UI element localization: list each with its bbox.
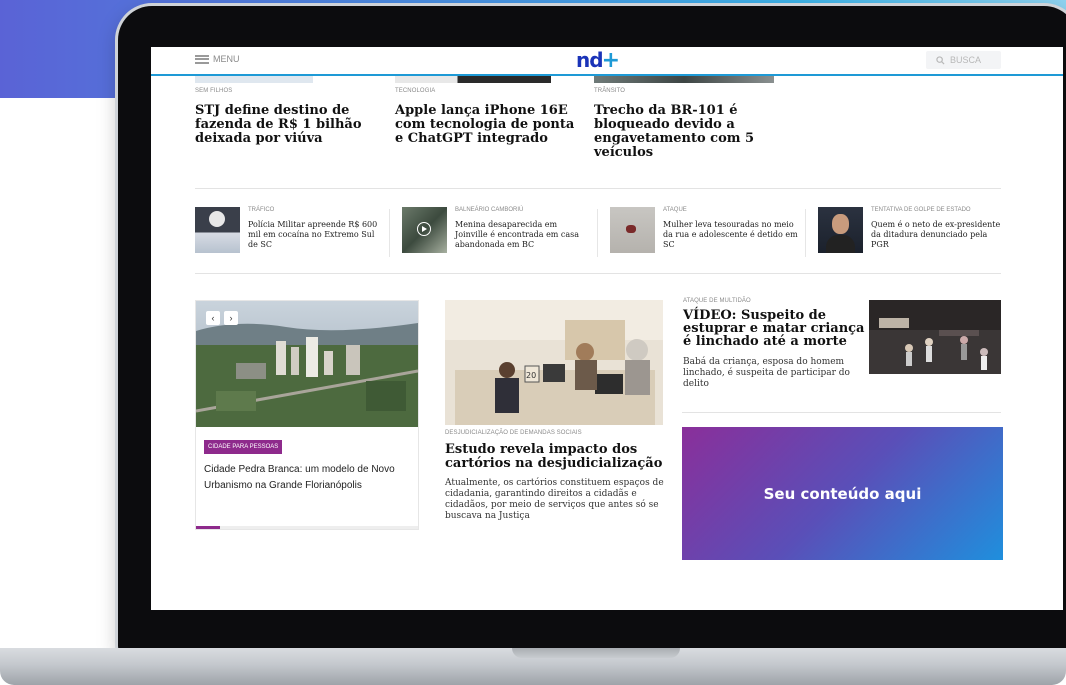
site-logo[interactable]: nd + [576,47,620,73]
article-thumbnail [610,207,655,253]
person-face [832,214,849,234]
column-divider [389,209,390,257]
carousel-next-button[interactable]: › [224,311,238,325]
small-article[interactable]: TRÁFICO Polícia Militar apreende R$ 600 … [195,207,385,257]
article-category: BALNEÁRIO CAMBORIÚ [455,207,524,213]
article-thumbnail [195,207,240,253]
article-summary: Atualmente, os cartórios constituem espa… [445,478,664,521]
search-icon [936,55,945,65]
play-icon [417,222,431,236]
small-article[interactable]: BALNEÁRIO CAMBORIÚ Menina desaparecida e… [402,207,592,257]
article-thumbnail [402,207,447,253]
police-badge-icon [209,211,225,227]
carousel-image: ‹ › [196,301,418,427]
article-thumbnail [818,207,863,253]
section-divider [195,188,1001,189]
search-input[interactable]: BUSCA [926,51,1001,69]
street-crowd-photo [869,300,1001,374]
carousel-prev-button[interactable]: ‹ [206,311,220,325]
article-headline[interactable]: Trecho da BR-101 é bloqueado devido a en… [594,104,759,160]
article-category: TENTATIVA DE GOLPE DE ESTADO [871,207,971,213]
article-headline[interactable]: STJ define destino de fazenda de R$ 1 bi… [195,104,365,146]
logo-text: nd [576,48,604,72]
article-headline: Menina desaparecida em Joinville é encon… [455,220,580,249]
article-image[interactable] [869,300,1001,374]
menu-label: MENU [213,54,240,64]
article-headline: Mulher leva tesouradas no meio da rua e … [663,220,798,249]
article-headline: Polícia Militar apreende R$ 600 mil em c… [248,220,378,249]
article-image[interactable]: 20 [445,300,663,425]
ad-text: Seu conteúdo aqui [763,484,922,503]
office-photo: 20 [445,300,663,425]
column-divider [597,209,598,257]
section-divider [682,412,1001,413]
small-article[interactable]: ATAQUE Mulher leva tesouradas no meio da… [610,207,800,257]
logo-plus: + [601,47,620,73]
article-category: ATAQUE [663,207,687,213]
person-body [826,235,855,253]
article-category: TECNOLOGIA [395,88,436,94]
article-headline[interactable]: Estudo revela impacto dos cartórios na d… [445,443,670,471]
article-category: TRÁFICO [248,207,275,213]
article-image[interactable] [195,76,313,83]
article-category: DESJUDICIALIZAÇÃO DE DEMANDAS SOCIAIS [445,430,582,436]
stain-mark [626,225,636,233]
article-headline[interactable]: VÍDEO: Suspeito de estuprar e matar cria… [683,309,868,348]
article-category: ATAQUE DE MULTIDÃO [683,298,751,304]
hamburger-icon [195,54,209,64]
section-divider [195,273,1001,274]
article-image[interactable] [594,76,774,83]
column-divider [805,209,806,257]
carousel-progress [196,526,418,529]
small-article[interactable]: TENTATIVA DE GOLPE DE ESTADO Quem é o ne… [818,207,1008,257]
carousel-nav: ‹ › [206,311,238,325]
laptop-notch [512,648,680,658]
svg-text:20: 20 [526,371,536,380]
search-placeholder: BUSCA [950,55,982,65]
laptop-screen: MENU nd + BUSCA SEM FILHOS STJ define des… [151,47,1063,610]
featured-carousel[interactable]: ‹ › CIDADE PARA PESSOAS Cidade Pedra Bra… [195,300,419,530]
article-headline: Quem é o neto de ex-presidente da ditadu… [871,220,1001,249]
menu-button[interactable]: MENU [195,54,240,64]
article-headline[interactable]: Apple lança iPhone 16E com tecnologia de… [395,104,575,146]
ad-banner[interactable]: Seu conteúdo aqui [682,427,1003,560]
category-badge[interactable]: CIDADE PARA PESSOAS [204,440,283,454]
site-header: MENU nd + BUSCA [151,47,1063,76]
carousel-headline[interactable]: Cidade Pedra Branca: um modelo de Novo U… [204,462,409,494]
article-category: SEM FILHOS [195,88,233,94]
article-image[interactable] [395,76,551,83]
article-category: TRÂNSITO [594,88,626,94]
article-summary: Babá da criança, esposa do homem linchad… [683,357,850,389]
